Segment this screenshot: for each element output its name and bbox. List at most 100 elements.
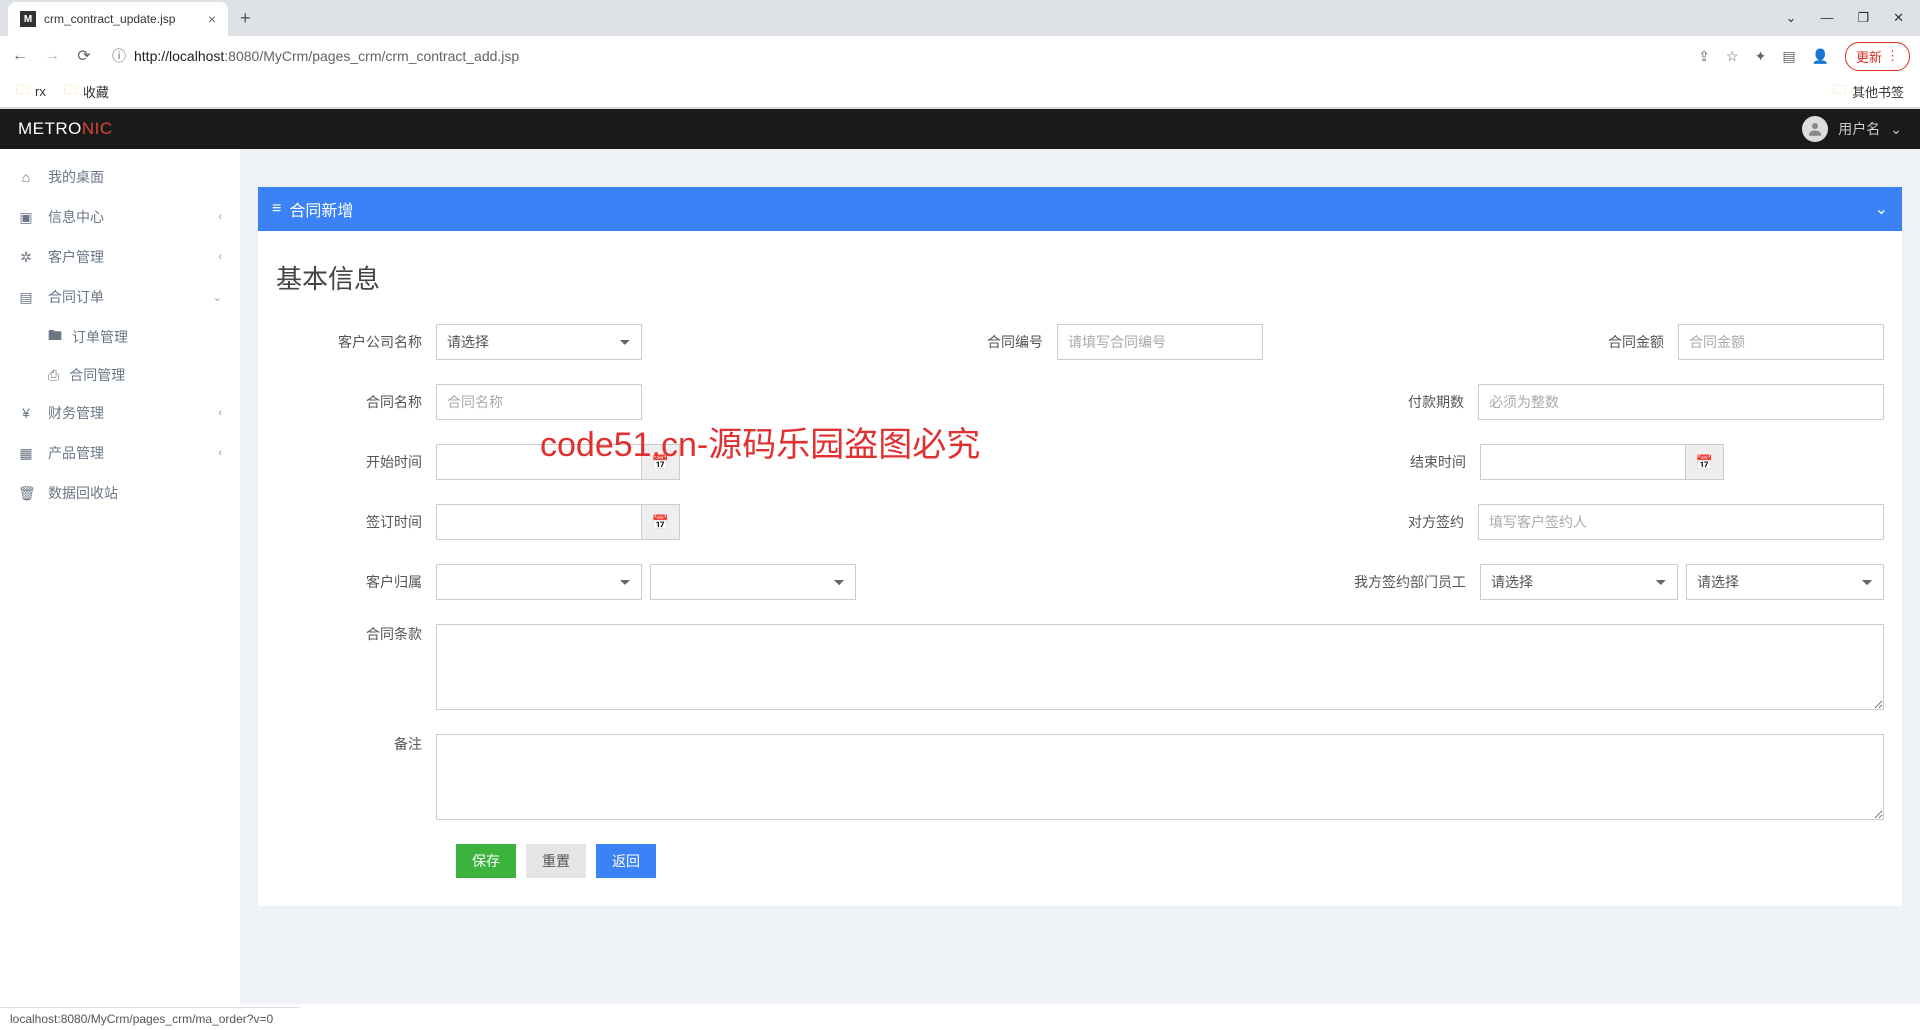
sidebar-item-desktop[interactable]: ⌂ 我的桌面 (0, 157, 240, 197)
nav-right: ⇪ ☆ ✦ ▤ 👤 更新 ⋮ (1698, 42, 1910, 71)
chevron-down-icon: ⌄ (1890, 121, 1902, 138)
browser-tab[interactable]: M crm_contract_update.jsp × (8, 2, 228, 36)
counter-sign-input[interactable] (1478, 504, 1884, 540)
sidebar-item-product[interactable]: ▦ 产品管理 ‹ (0, 433, 240, 473)
person-icon: ✲ (18, 249, 34, 266)
chevron-left-icon: ‹ (218, 251, 222, 263)
extensions-icon[interactable]: ✦ (1755, 48, 1767, 65)
favicon: M (20, 11, 36, 27)
forward-icon[interactable]: → (42, 47, 62, 65)
start-date-group: 📅 (436, 444, 680, 480)
app-header: METRONIC 用户名 ⌄ (0, 109, 1920, 149)
profile-icon[interactable]: 👤 (1812, 48, 1829, 65)
back-icon[interactable]: ← (10, 47, 30, 65)
start-label: 开始时间 (276, 452, 436, 472)
user-menu[interactable]: 用户名 ⌄ (1802, 116, 1902, 142)
sidebar-item-info[interactable]: ▣ 信息中心 ‹ (0, 197, 240, 237)
end-label: 结束时间 (1360, 452, 1480, 472)
tab-bar: M crm_contract_update.jsp × + ⌄ — ❐ ✕ (0, 0, 1920, 36)
calendar-icon[interactable]: 📅 (642, 444, 680, 480)
company-label: 客户公司名称 (276, 332, 436, 352)
back-button[interactable]: 返回 (596, 844, 656, 878)
status-bar: localhost:8080/MyCrm/pages_crm/ma_order?… (0, 1007, 300, 1030)
sign-date-label: 签订时间 (276, 512, 436, 532)
bookmark-rx[interactable]: 🗀 rx (16, 81, 46, 103)
more-icon: ⋮ (1886, 48, 1899, 64)
end-date-input[interactable] (1480, 444, 1686, 480)
update-button[interactable]: 更新 ⋮ (1845, 42, 1910, 71)
periods-input[interactable] (1478, 384, 1884, 420)
reload-icon[interactable]: ⟳ (74, 46, 94, 66)
browser-chrome: M crm_contract_update.jsp × + ⌄ — ❐ ✕ ← … (0, 0, 1920, 109)
calendar-icon[interactable]: 📅 (1686, 444, 1724, 480)
yen-icon: ¥ (18, 405, 34, 421)
sign-date-group: 📅 (436, 504, 680, 540)
save-button[interactable]: 保存 (456, 844, 516, 878)
sidebar-item-recycle[interactable]: 🗑 数据回收站 (0, 473, 240, 513)
star-icon[interactable]: ☆ (1726, 48, 1739, 65)
sidebar-sub-order[interactable]: 🖿 订单管理 (0, 317, 240, 357)
tab-title: crm_contract_update.jsp (44, 12, 175, 26)
share-icon[interactable]: ⇪ (1698, 48, 1710, 65)
chevron-down-icon: ⌄ (213, 291, 222, 304)
list-icon: ≡ (272, 200, 281, 218)
our-emp-select[interactable]: 请选择 (1686, 564, 1884, 600)
minimize-icon[interactable]: — (1820, 10, 1833, 26)
chevron-down-icon[interactable]: ⌄ (1875, 199, 1888, 219)
panel: ≡ 合同新增 ⌄ 基本信息 客户公司名称 请选择 合同编号 合同金额 (258, 187, 1902, 906)
form-row-3: 开始时间 📅 结束时间 📅 (276, 444, 1884, 480)
contract-name-label: 合同名称 (276, 392, 436, 412)
close-icon[interactable]: × (208, 11, 216, 27)
section-title: 基本信息 (276, 259, 1884, 296)
new-tab-button[interactable]: + (228, 8, 263, 29)
sidepanel-icon[interactable]: ▤ (1782, 48, 1795, 65)
reset-button[interactable]: 重置 (526, 844, 586, 878)
chevron-down-icon[interactable]: ⌄ (1786, 10, 1797, 26)
sidebar-item-customer[interactable]: ✲ 客户管理 ‹ (0, 237, 240, 277)
url-bar[interactable]: ⓘ http://localhost:8080/MyCrm/pages_crm/… (106, 46, 1686, 66)
bookmarks-bar: 🗀 rx 🗀 收藏 🗀 其他书签 (0, 76, 1920, 108)
chevron-left-icon: ‹ (218, 211, 222, 223)
sidebar-sub-contract[interactable]: ⎙ 合同管理 (0, 357, 240, 393)
chevron-left-icon: ‹ (218, 407, 222, 419)
end-date-group: 📅 (1480, 444, 1724, 480)
info-icon[interactable]: ⓘ (112, 46, 126, 66)
start-date-input[interactable] (436, 444, 642, 480)
logo[interactable]: METRONIC (18, 119, 113, 139)
terms-label: 合同条款 (276, 624, 436, 644)
content: ≡ 合同新增 ⌄ 基本信息 客户公司名称 请选择 合同编号 合同金额 (240, 149, 1920, 1004)
owner-select-2[interactable] (650, 564, 856, 600)
our-dept-select[interactable]: 请选择 (1480, 564, 1678, 600)
nav-bar: ← → ⟳ ⓘ http://localhost:8080/MyCrm/page… (0, 36, 1920, 76)
avatar-icon (1802, 116, 1828, 142)
calendar-icon[interactable]: 📅 (642, 504, 680, 540)
contract-name-input[interactable] (436, 384, 642, 420)
panel-header: ≡ 合同新增 ⌄ (258, 187, 1902, 231)
remark-textarea[interactable] (436, 734, 1884, 820)
contract-no-input[interactable] (1057, 324, 1263, 360)
company-select[interactable]: 请选择 (436, 324, 642, 360)
chevron-left-icon: ‹ (218, 447, 222, 459)
form-row-7: 备注 (276, 734, 1884, 820)
home-icon: ⌂ (18, 169, 34, 185)
username-label: 用户名 (1838, 119, 1880, 139)
amount-input[interactable] (1678, 324, 1884, 360)
amount-label: 合同金额 (1558, 332, 1678, 352)
sidebar-item-contract[interactable]: ▤ 合同订单 ⌄ (0, 277, 240, 317)
app-body: ⌂ 我的桌面 ▣ 信息中心 ‹ ✲ 客户管理 ‹ ▤ 合同订单 ⌄ 🖿 订单管理… (0, 149, 1920, 1004)
remark-label: 备注 (276, 734, 436, 754)
sidebar: ⌂ 我的桌面 ▣ 信息中心 ‹ ✲ 客户管理 ‹ ▤ 合同订单 ⌄ 🖿 订单管理… (0, 149, 240, 1004)
terms-textarea[interactable] (436, 624, 1884, 710)
print-icon: ⎙ (48, 367, 59, 384)
panel-title: 合同新增 (289, 197, 353, 221)
close-window-icon[interactable]: ✕ (1893, 10, 1904, 26)
form-row-4: 签订时间 📅 对方签约 (276, 504, 1884, 540)
sign-date-input[interactable] (436, 504, 642, 540)
sidebar-item-finance[interactable]: ¥ 财务管理 ‹ (0, 393, 240, 433)
form-row-6: 合同条款 (276, 624, 1884, 710)
bookmark-other[interactable]: 🗀 其他书签 (1833, 81, 1904, 103)
owner-select-1[interactable] (436, 564, 642, 600)
maximize-icon[interactable]: ❐ (1857, 10, 1869, 26)
bookmark-fav[interactable]: 🗀 收藏 (64, 81, 109, 103)
url-text: http://localhost:8080/MyCrm/pages_crm/cr… (134, 48, 519, 64)
